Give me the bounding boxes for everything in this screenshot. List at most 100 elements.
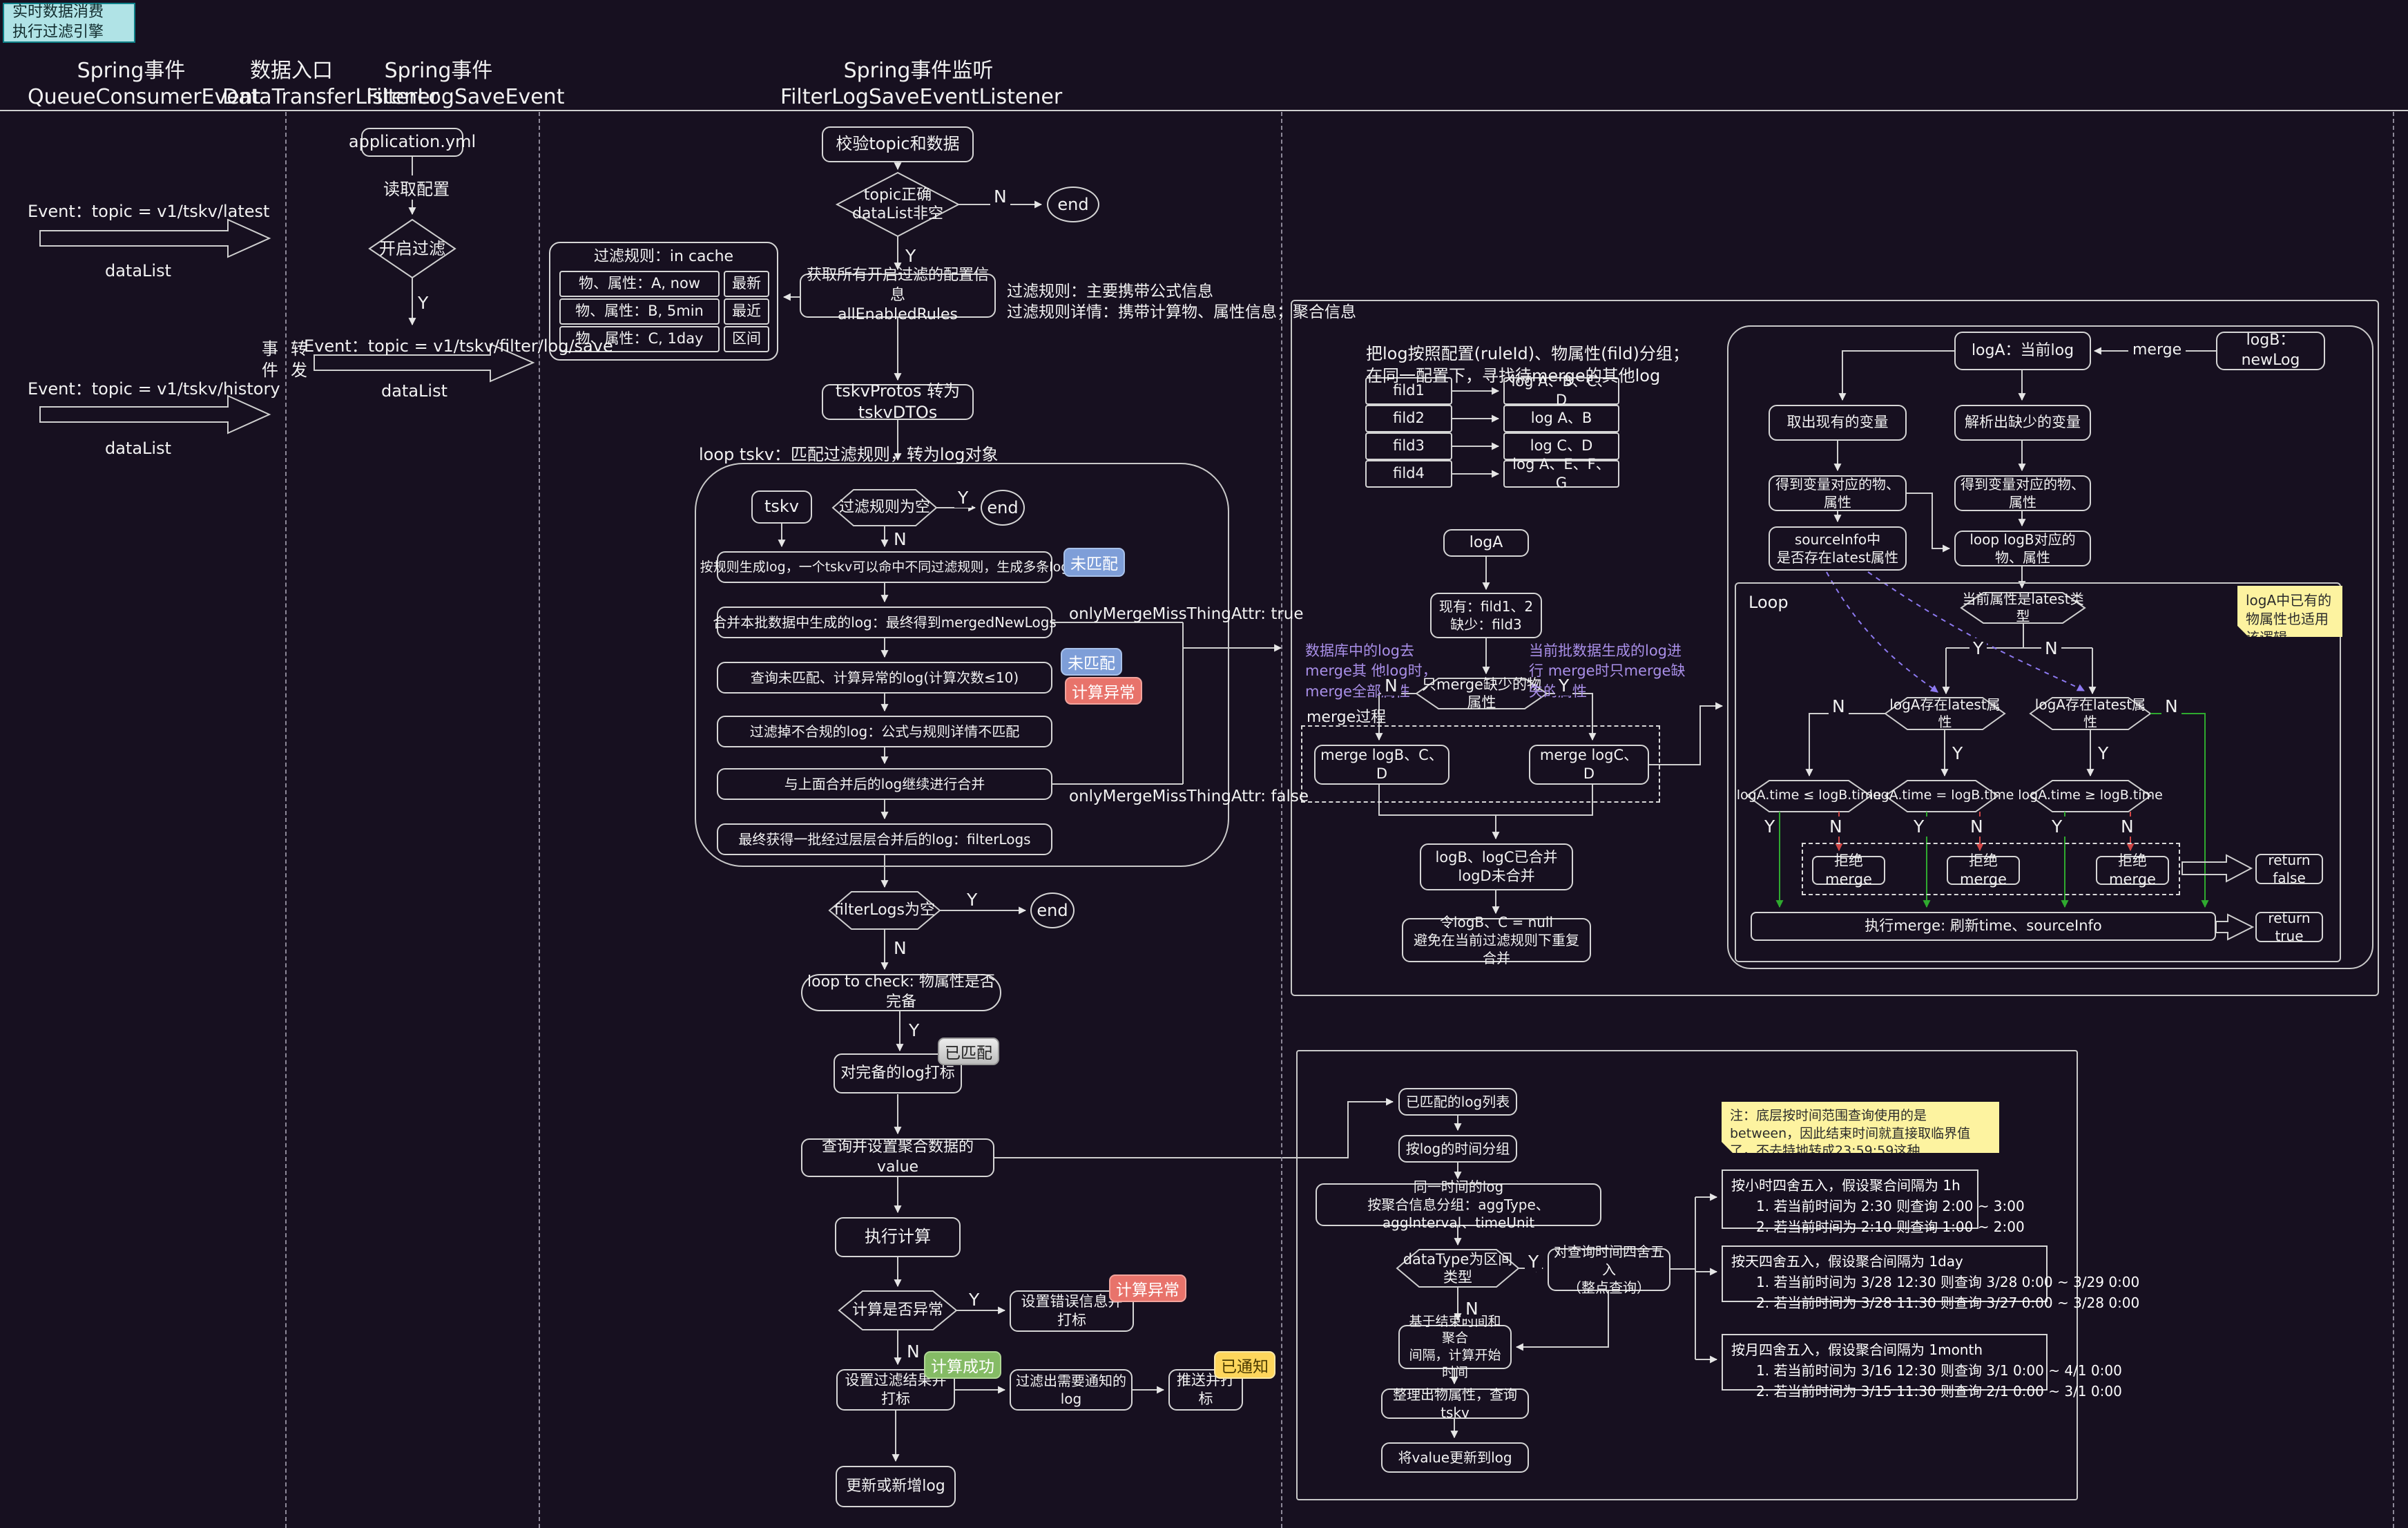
node-query-unmatched[interactable]: 查询未匹配、计算异常的log(计算次数≤10) (717, 662, 1052, 694)
node-get-attr-left[interactable]: 得到变量对应的物、属性 (1769, 475, 1907, 511)
decision-calc-error[interactable]: 计算是否异常 (839, 1301, 956, 1320)
node-loop-check[interactable]: loop to check: 物属性是否完备 (801, 974, 1001, 1011)
node-group-by-agg[interactable]: 同一时间的log 按聚合信息分组：aggType、 aggInterval、ti… (1316, 1183, 1601, 1226)
example-day-title: 按天四舍五入，假设聚合间隔为 1day (1731, 1251, 2038, 1272)
null-line2: 避免在当前过滤规则下重复合并 (1407, 931, 1586, 967)
end-node-3[interactable]: end (1030, 892, 1075, 928)
node-reject-merge[interactable]: 拒绝merge (1947, 856, 2020, 885)
end-node-1[interactable]: end (1047, 187, 1099, 222)
badge-calc-ok[interactable]: 计算成功 (924, 1351, 1001, 1379)
node-loga-current[interactable]: logA：当前log (1954, 332, 2091, 370)
node-reject-merge[interactable]: 拒绝merge (2096, 856, 2169, 885)
node-group-by-time[interactable]: 按log的时间分组 (1398, 1135, 1517, 1163)
node-merge-cd[interactable]: merge logC、D (1529, 745, 1649, 785)
badge-unmatched[interactable]: 未匹配 (1061, 648, 1122, 676)
yn-label: N (1967, 816, 1987, 837)
example-box-month[interactable]: 按月四舍五入，假设聚合间隔为 1month 1. 若当前时间为 3/16 12:… (1722, 1334, 2048, 1391)
decision-time-ge[interactable]: logA.time ≥ logB.time (2030, 786, 2150, 805)
node-gen-log[interactable]: 按规则生成log，一个tskv可以命中不同过滤规则，生成多条log (717, 551, 1052, 583)
example-box-day[interactable]: 按天四舍五入，假设聚合间隔为 1day 1. 若当前时间为 3/28 12:30… (1722, 1245, 2048, 1302)
decision-time-le[interactable]: logA.time ≤ logB.time (1747, 786, 1871, 805)
node-reject-merge[interactable]: 拒绝merge (1812, 856, 1885, 885)
badge-notified[interactable]: 已通知 (1214, 1351, 1275, 1379)
node-tidy-query-tskv[interactable]: 整理出物属性，查询tskv (1381, 1388, 1529, 1419)
decision-enable-filter[interactable]: 开启过滤 (369, 238, 455, 260)
node-merged-status[interactable]: logB、logC已合并 logD未合并 (1420, 843, 1573, 890)
title-note-line1: 实时数据消费 (12, 3, 134, 23)
sticky-note-between[interactable]: 注：底层按时间范围查询使用的是between，因此结束时间就直接取临界值了，不去… (1722, 1102, 1999, 1153)
node-loga[interactable]: logA (1443, 529, 1529, 557)
yn-label: Y (963, 890, 981, 910)
node-all-enabled-rules[interactable]: 获取所有开启过滤的配置信息 allEnabledRules (800, 274, 996, 318)
node-merge-bcd[interactable]: merge logB、C、D (1314, 745, 1449, 785)
decision-a-has-latest-right[interactable]: logA存在latest属性 (2030, 704, 2150, 723)
node-do-merge[interactable]: 执行merge: 刷新time、sourceInfo (1751, 912, 2216, 941)
fild-logs-cell[interactable]: log A、B (1503, 405, 1619, 432)
node-calc-start-time[interactable]: 基于结束时间和聚合 间隔，计算开始时间 (1398, 1325, 1512, 1369)
node-loop-logb[interactable]: loop logB对应的物、属性 (1954, 531, 2091, 566)
node-set-agg-value[interactable]: 查询并设置聚合数据的value (801, 1138, 994, 1177)
lane-divider-1 (285, 112, 287, 1528)
decision-datatype[interactable]: dataType为区间类型 (1397, 1259, 1519, 1278)
node-application-yml[interactable]: application.yml (361, 128, 463, 157)
event-history-label: Event：topic = v1/tskv/history (28, 375, 256, 399)
cache-row-val[interactable]: 最近 (724, 298, 769, 325)
decision-cur-latest[interactable]: 当前属性是latest类型 (1961, 598, 2085, 618)
fild-cell[interactable]: fild4 (1365, 460, 1452, 488)
rules-note-2: 过滤规则详情：携带计算物、属性信息；聚合信息 (1007, 298, 1356, 322)
node-update-value[interactable]: 将value更新到log (1381, 1442, 1529, 1473)
fild-cell[interactable]: fild3 (1365, 432, 1452, 460)
node-sourceinfo-check[interactable]: sourceInfo中 是否存在latest属性 (1769, 526, 1907, 571)
lane3-subtitle: FilterLogSaveEvent (366, 85, 564, 109)
decision-time-eq[interactable]: logA.time = logB.time (1885, 786, 1998, 805)
decision-topic-ok[interactable]: topic正确 dataList非空 (842, 184, 953, 225)
node-merge-batch[interactable]: 合并本批数据中生成的log：最终得到mergedNewLogs (717, 607, 1052, 638)
yn-label: Y (414, 293, 432, 313)
node-return-true[interactable]: return true (2255, 912, 2323, 942)
cache-row-val[interactable]: 区间 (724, 326, 769, 352)
node-merge-again[interactable]: 与上面合并后的log继续进行合并 (717, 768, 1052, 800)
decision-filterlogs-empty[interactable]: filterLogs为空 (829, 901, 940, 920)
cache-row-key[interactable]: 物、属性：B, 5min (559, 298, 720, 325)
sourceinfo-line1: sourceInfo中 (1795, 531, 1880, 548)
fild-logs-cell[interactable]: log A、E、F、G (1503, 460, 1619, 488)
end-node-2[interactable]: end (981, 490, 1025, 526)
node-exec-calc[interactable]: 执行计算 (835, 1217, 961, 1257)
decision-a-has-latest-left[interactable]: logA存在latest属性 (1885, 704, 2005, 723)
decision-rule-empty[interactable]: 过滤规则为空 (833, 498, 936, 517)
title-note[interactable]: 实时数据消费 执行过滤引擎 (3, 3, 135, 43)
example-box-hour[interactable]: 按小时四舍五入，假设聚合间隔为 1h 1. 若当前时间为 2:30 则查询 2:… (1722, 1169, 1978, 1229)
node-return-false[interactable]: return false (2255, 854, 2323, 884)
lane-divider-3 (1281, 112, 1282, 1528)
badge-unmatched[interactable]: 未匹配 (1063, 548, 1125, 577)
yn-label: N (1829, 696, 1849, 716)
yn-label: N (890, 529, 910, 549)
yn-label: Y (954, 488, 972, 508)
loop-box[interactable] (1735, 582, 2341, 962)
node-parse-missing[interactable]: 解析出缺少的变量 (1954, 405, 2091, 441)
badge-matched[interactable]: 已匹配 (938, 1038, 999, 1065)
badge-calc-error[interactable]: 计算异常 (1065, 677, 1142, 705)
lane-divider-2 (539, 112, 540, 1528)
node-tskv[interactable]: tskv (751, 490, 812, 524)
cache-row-val[interactable]: 最新 (724, 271, 769, 297)
node-validate-topic[interactable]: 校验topic和数据 (822, 126, 974, 162)
node-matched-list[interactable]: 已匹配的log列表 (1398, 1088, 1517, 1116)
node-get-attr-right[interactable]: 得到变量对应的物、属性 (1954, 475, 2091, 511)
node-update-log[interactable]: 更新或新增log (836, 1466, 956, 1507)
yn-label: N (2161, 696, 2181, 716)
fild-cell[interactable]: fild2 (1365, 405, 1452, 432)
node-filter-invalid[interactable]: 过滤掉不合规的log：公式与规则详情不匹配 (717, 716, 1052, 747)
node-filterlogs-result[interactable]: 最终获得一批经过层层合并后的log：filterLogs (717, 823, 1052, 855)
badge-calc-error[interactable]: 计算异常 (1109, 1274, 1186, 1302)
sticky-note-loop[interactable]: logA中已有的物属性也适用该逻辑 (2237, 586, 2342, 637)
node-logb-new[interactable]: logB：newLog (2216, 332, 2325, 370)
node-have-miss[interactable]: 现有：fild1、2 缺少：fild3 (1430, 593, 1542, 638)
node-fetch-existing[interactable]: 取出现有的变量 (1769, 405, 1907, 441)
cache-row-key[interactable]: 物、属性：A, now (559, 271, 720, 297)
node-to-dto[interactable]: tskvProtos 转为 tskvDTOs (822, 384, 974, 420)
node-set-null[interactable]: 令logB、C = null 避免在当前过滤规则下重复合并 (1402, 918, 1591, 962)
rules-line1: 获取所有开启过滤的配置信息 (805, 266, 990, 305)
node-round-query-time[interactable]: 对查询时间四舍五入 （整点查询） (1548, 1248, 1670, 1291)
node-filter-notify[interactable]: 过滤出需要通知的log (1010, 1369, 1133, 1411)
